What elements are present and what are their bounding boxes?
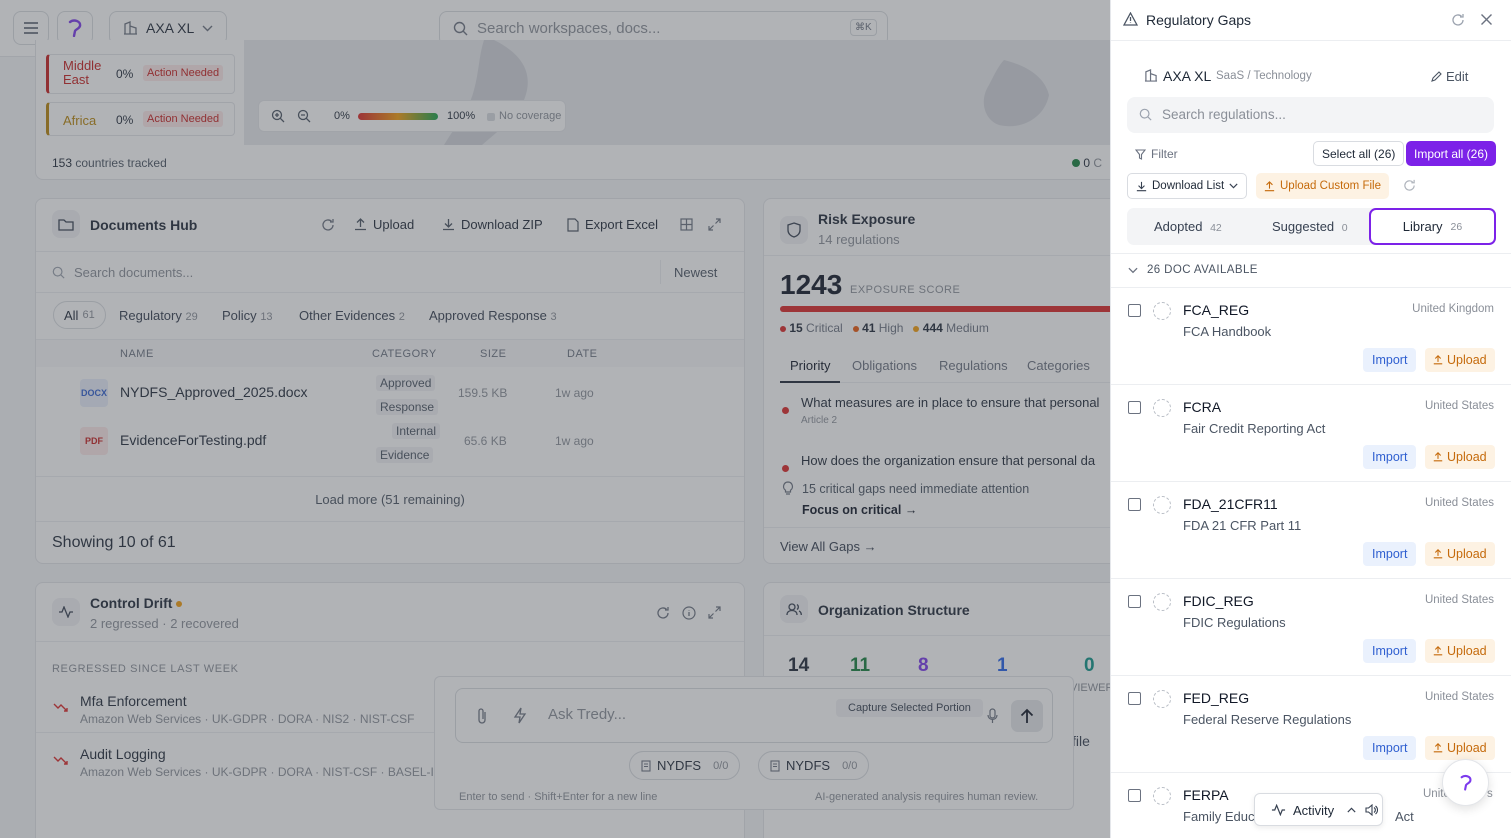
regulation-name: FDIC Regulations bbox=[1183, 615, 1286, 630]
filter-icon bbox=[1135, 148, 1146, 160]
regulation-search-placeholder: Search regulations... bbox=[1162, 107, 1286, 122]
upload-button[interactable]: Upload bbox=[1425, 348, 1495, 372]
building-icon bbox=[1144, 69, 1158, 82]
regulation-name: Fair Credit Reporting Act bbox=[1183, 421, 1326, 436]
list-item[interactable]: FED_REG Federal Reserve Regulations Unit… bbox=[1111, 676, 1511, 773]
list-item[interactable]: FCA_REG FCA Handbook United Kingdom Impo… bbox=[1111, 288, 1511, 385]
select-checkbox[interactable] bbox=[1128, 304, 1141, 317]
select-checkbox[interactable] bbox=[1128, 595, 1141, 608]
panel-title: Regulatory Gaps bbox=[1146, 12, 1252, 28]
regulation-name: Family Educa bbox=[1183, 809, 1262, 824]
upload-button[interactable]: Upload bbox=[1425, 639, 1495, 663]
regulation-name: FCA Handbook bbox=[1183, 324, 1272, 339]
upload-button[interactable]: Upload bbox=[1425, 445, 1495, 469]
close-icon[interactable] bbox=[1480, 13, 1493, 26]
regulation-code: FDIC_REG bbox=[1183, 593, 1254, 609]
upload-icon bbox=[1264, 180, 1275, 192]
tab-suggested[interactable]: Suggested 0 bbox=[1272, 219, 1348, 234]
search-icon bbox=[1139, 108, 1152, 121]
import-button[interactable]: Import bbox=[1363, 639, 1417, 663]
tab-library[interactable]: Library 26 bbox=[1369, 208, 1496, 245]
import-button[interactable]: Import bbox=[1363, 542, 1417, 566]
list-item[interactable]: FCRA Fair Credit Reporting Act United St… bbox=[1111, 385, 1511, 482]
regulation-country: United States bbox=[1424, 400, 1494, 412]
filter-button[interactable]: Filter bbox=[1135, 147, 1178, 161]
upload-button[interactable]: Upload bbox=[1425, 542, 1495, 566]
chevron-down-icon bbox=[1229, 183, 1238, 189]
modal-overlay[interactable] bbox=[0, 0, 1110, 838]
regulation-name: FDA 21 CFR Part 11 bbox=[1183, 518, 1302, 533]
upload-icon bbox=[1433, 355, 1443, 365]
select-checkbox[interactable] bbox=[1128, 789, 1141, 802]
regulatory-gaps-panel: Regulatory Gaps AXA XL SaaS / Technology… bbox=[1110, 0, 1511, 838]
upload-icon bbox=[1433, 646, 1443, 656]
import-button[interactable]: Import bbox=[1363, 736, 1417, 760]
select-checkbox[interactable] bbox=[1128, 498, 1141, 511]
regulation-country-tail: s bbox=[1487, 788, 1493, 800]
select-all-button[interactable]: Select all (26) bbox=[1313, 141, 1405, 166]
tab-adopted[interactable]: Adopted 42 bbox=[1154, 219, 1222, 234]
status-pending-icon bbox=[1153, 496, 1171, 514]
activity-pulse-icon bbox=[1271, 804, 1286, 816]
regulation-country: United States bbox=[1424, 594, 1494, 606]
brand-logo-icon bbox=[1459, 774, 1473, 791]
regulation-name-tail: Act bbox=[1395, 809, 1414, 824]
list-item[interactable]: FDA_21CFR11 FDA 21 CFR Part 11 United St… bbox=[1111, 482, 1511, 579]
activity-label: Activity bbox=[1293, 803, 1335, 818]
upload-icon bbox=[1433, 452, 1443, 462]
regulation-name: Federal Reserve Regulations bbox=[1183, 712, 1352, 727]
regulation-country: United States bbox=[1424, 497, 1494, 509]
status-pending-icon bbox=[1153, 787, 1171, 805]
sync-icon[interactable] bbox=[1403, 179, 1416, 192]
available-count: 26 DOC AVAILABLE bbox=[1147, 264, 1258, 276]
available-section-header[interactable]: 26 DOC AVAILABLE bbox=[1111, 253, 1511, 288]
chevron-up-icon bbox=[1347, 807, 1356, 813]
status-pending-icon bbox=[1153, 302, 1171, 320]
import-all-button[interactable]: Import all (26) bbox=[1406, 141, 1497, 166]
download-icon bbox=[1136, 181, 1147, 192]
upload-icon bbox=[1433, 549, 1443, 559]
upload-button[interactable]: Upload bbox=[1425, 736, 1495, 760]
regulation-country: United Kingdom bbox=[1412, 303, 1494, 315]
pencil-icon bbox=[1431, 71, 1442, 82]
panel-org-sector: SaaS / Technology bbox=[1216, 70, 1312, 82]
regulation-code: FERPA bbox=[1183, 787, 1229, 803]
import-button[interactable]: Import bbox=[1363, 445, 1417, 469]
chevron-down-icon bbox=[1128, 267, 1138, 274]
edit-button[interactable]: Edit bbox=[1431, 69, 1468, 84]
list-item[interactable]: FDIC_REG FDIC Regulations United States … bbox=[1111, 579, 1511, 676]
regulation-code: FDA_21CFR11 bbox=[1183, 496, 1278, 512]
panel-org-name: AXA XL bbox=[1163, 68, 1212, 84]
import-button[interactable]: Import bbox=[1363, 348, 1417, 372]
download-list-button[interactable]: Download List bbox=[1127, 173, 1248, 199]
status-pending-icon bbox=[1153, 690, 1171, 708]
upload-icon bbox=[1433, 743, 1443, 753]
select-checkbox[interactable] bbox=[1128, 401, 1141, 414]
status-pending-icon bbox=[1153, 399, 1171, 417]
assistant-fab[interactable] bbox=[1442, 759, 1489, 806]
panel-tabs: Adopted 42 Suggested 0 Library 26 bbox=[1127, 208, 1496, 245]
regulation-code: FCRA bbox=[1183, 399, 1222, 415]
warning-icon bbox=[1123, 12, 1138, 26]
regulation-code: FED_REG bbox=[1183, 690, 1250, 706]
regulation-country: United States bbox=[1424, 691, 1494, 703]
panel-header: Regulatory Gaps bbox=[1111, 0, 1511, 41]
select-checkbox[interactable] bbox=[1128, 692, 1141, 705]
refresh-icon[interactable] bbox=[1451, 13, 1465, 27]
activity-bar[interactable]: Activity bbox=[1254, 793, 1383, 826]
regulation-code: FCA_REG bbox=[1183, 302, 1250, 318]
upload-custom-file-button[interactable]: Upload Custom File bbox=[1256, 173, 1389, 199]
speaker-icon[interactable] bbox=[1365, 804, 1378, 816]
status-pending-icon bbox=[1153, 593, 1171, 611]
regulation-search[interactable]: Search regulations... bbox=[1127, 97, 1494, 133]
